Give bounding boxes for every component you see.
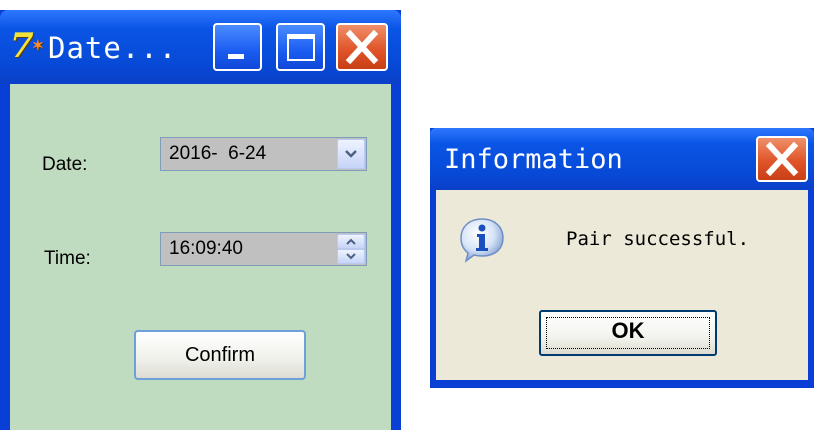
date-window-titlebar[interactable]: 7 ✶ Date... xyxy=(0,10,401,84)
dialog-title: Information xyxy=(444,144,623,175)
information-titlebar[interactable]: Information xyxy=(430,128,814,190)
information-icon xyxy=(460,218,504,263)
dialog-message: Pair successful. xyxy=(566,228,750,250)
chevron-down-icon xyxy=(345,150,357,158)
time-picker[interactable]: 16:09:40 xyxy=(160,232,367,266)
close-icon xyxy=(765,141,799,177)
time-value[interactable]: 16:09:40 xyxy=(169,238,243,259)
confirm-button[interactable]: Confirm xyxy=(134,330,306,380)
close-icon xyxy=(345,29,379,65)
spin-up-button[interactable] xyxy=(337,234,365,249)
spin-down-button[interactable] xyxy=(337,249,365,264)
chevron-down-icon xyxy=(346,253,356,260)
minimize-icon xyxy=(228,54,244,59)
time-label: Time: xyxy=(44,248,91,269)
date-window-client: Date: 2016- 6-24 Time: 16:09:40 Confirm xyxy=(10,84,391,430)
date-label: Date: xyxy=(42,154,88,175)
window-title: Date... xyxy=(48,31,178,65)
maximize-button[interactable] xyxy=(276,23,325,71)
maximize-icon xyxy=(287,34,315,61)
information-client: Pair successful. OK xyxy=(436,190,808,380)
minimize-button[interactable] xyxy=(213,23,262,71)
dialog-close-button[interactable] xyxy=(756,136,808,182)
ok-button[interactable]: OK xyxy=(539,310,717,356)
date-value[interactable]: 2016- 6-24 xyxy=(169,143,266,164)
time-spinner[interactable] xyxy=(337,234,365,264)
ok-label: OK xyxy=(611,318,645,343)
date-dropdown-button[interactable] xyxy=(337,139,365,169)
chevron-up-icon xyxy=(346,238,356,245)
date-picker[interactable]: 2016- 6-24 xyxy=(160,137,367,171)
close-button[interactable] xyxy=(336,23,388,71)
app-icon: 7 ✶ xyxy=(10,26,44,66)
date-window: 7 ✶ Date... Date: 2016- 6-24 Time: 16:09… xyxy=(0,10,401,430)
information-dialog: Information Pair successful. OK xyxy=(430,128,814,388)
